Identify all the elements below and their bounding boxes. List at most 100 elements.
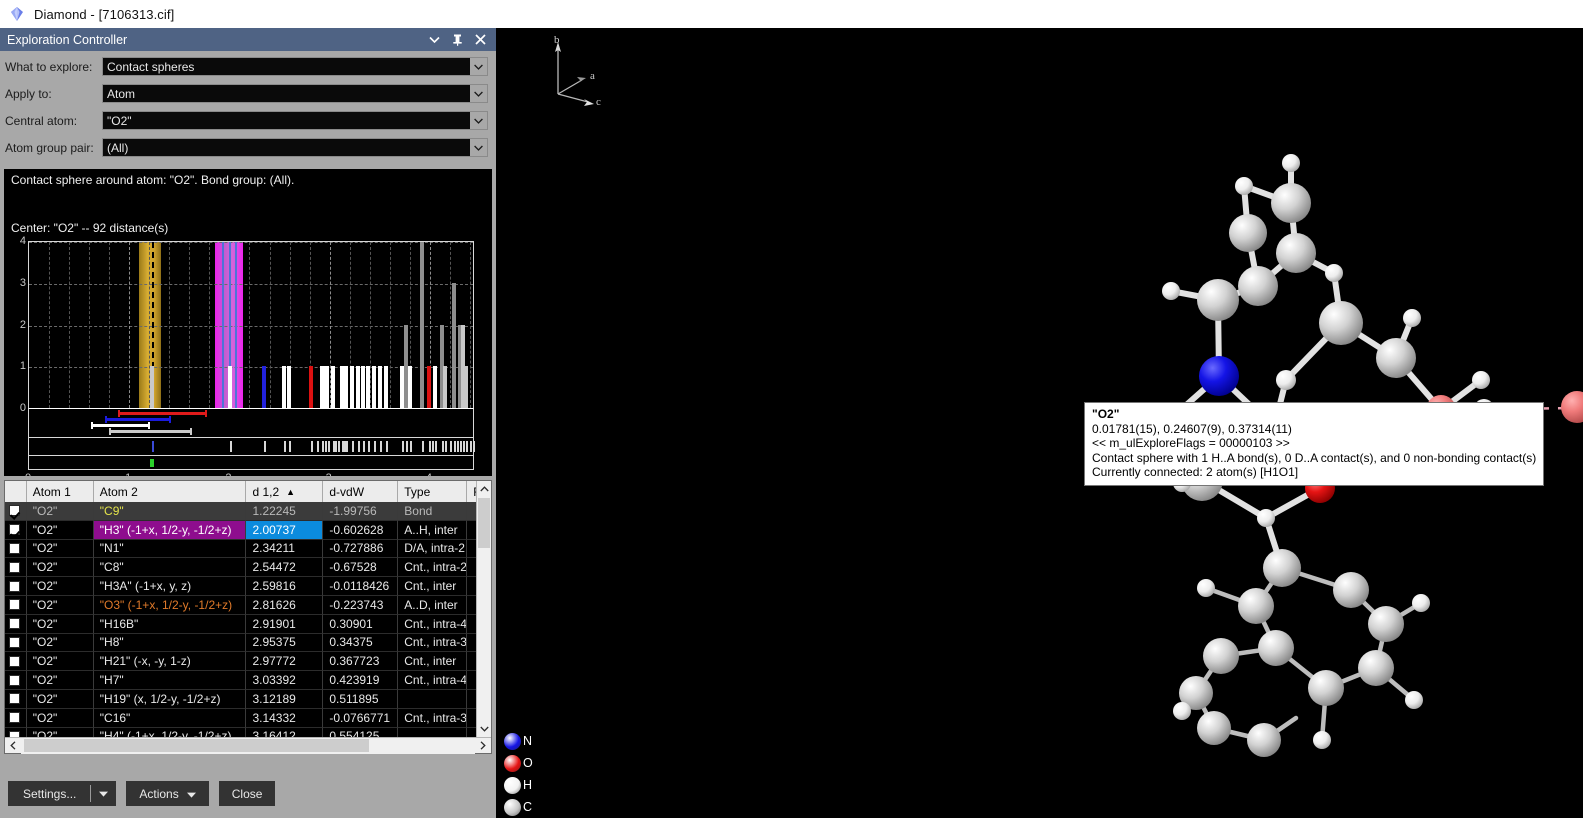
row-checkbox[interactable] bbox=[9, 543, 20, 554]
chevron-down-icon[interactable] bbox=[470, 58, 487, 75]
what-to-explore-dropdown[interactable]: Contact spheres bbox=[102, 57, 488, 76]
row-checkbox[interactable] bbox=[9, 675, 20, 686]
scroll-left-icon[interactable] bbox=[5, 741, 21, 750]
tooltip-contact-summary: Contact sphere with 1 H..A bond(s), 0 D.… bbox=[1092, 451, 1536, 466]
cell-dvdw: -1.99756 bbox=[323, 502, 398, 521]
row-checkbox-cell[interactable] bbox=[5, 577, 27, 596]
apply-to-dropdown[interactable]: Atom bbox=[102, 84, 488, 103]
column-atom1[interactable]: Atom 1 bbox=[27, 481, 94, 502]
histogram-tickmark-row bbox=[28, 438, 474, 456]
cell-atom2: "H16B" bbox=[94, 615, 247, 634]
row-checkbox[interactable] bbox=[9, 637, 20, 648]
chevron-down-icon[interactable] bbox=[470, 112, 487, 129]
x-axis-tick-label: 1 bbox=[125, 472, 131, 476]
tooltip-coordinates: 0.01781(15), 0.24607(9), 0.37314(11) bbox=[1092, 422, 1536, 437]
row-checkbox[interactable] bbox=[9, 693, 20, 704]
row-checkbox[interactable] bbox=[9, 524, 20, 535]
row-checkbox[interactable] bbox=[9, 581, 20, 592]
row-checkbox-cell[interactable] bbox=[5, 596, 27, 615]
cell-atom2: "H3" (-1+x, 1/2-y, -1/2+z) bbox=[94, 521, 247, 540]
row-checkbox-cell[interactable] bbox=[5, 540, 27, 559]
distance-histogram[interactable]: Contact sphere around atom: "O2". Bond g… bbox=[4, 169, 492, 476]
table-body[interactable]: "O2""C9"1.22245-1.99756Bond"O2""H3" (-1+… bbox=[5, 502, 491, 753]
table-horizontal-scrollbar[interactable] bbox=[5, 737, 491, 753]
legend-label: C bbox=[523, 800, 532, 814]
table-row[interactable]: "O2""N1"2.34211-0.727886D/A, intra-2 bbox=[5, 540, 491, 559]
cell-atom2: "H3A" (-1+x, y, z) bbox=[94, 577, 247, 596]
h-scroll-track[interactable] bbox=[21, 738, 475, 754]
row-checkbox-cell[interactable] bbox=[5, 652, 27, 671]
table-row[interactable]: "O2""C9"1.22245-1.99756Bond bbox=[5, 502, 491, 521]
row-checkbox-cell[interactable] bbox=[5, 502, 27, 521]
row-checkbox[interactable] bbox=[9, 505, 20, 516]
cell-atom1: "O2" bbox=[27, 596, 94, 615]
left-phenyl-atoms bbox=[1173, 549, 1430, 757]
histogram-bar bbox=[228, 366, 232, 408]
histogram-bar bbox=[366, 366, 370, 408]
histogram-canvas[interactable] bbox=[28, 241, 474, 408]
table-row[interactable]: "O2""H21" (-x, -y, 1-z)2.977720.367723Cn… bbox=[5, 652, 491, 671]
atom-group-pair-dropdown[interactable]: (All) bbox=[102, 138, 488, 157]
column-d12[interactable]: d 1,2▲ bbox=[246, 481, 323, 502]
table-row[interactable]: "O2""H19" (x, 1/2-y, -1/2+z)3.121890.511… bbox=[5, 690, 491, 709]
row-checkbox[interactable] bbox=[9, 618, 20, 629]
column-type[interactable]: Type bbox=[398, 481, 467, 502]
row-checkbox-cell[interactable] bbox=[5, 709, 27, 728]
row-checkbox-cell[interactable] bbox=[5, 671, 27, 690]
table-vertical-scrollbar[interactable] bbox=[476, 481, 491, 737]
gridline-vertical bbox=[390, 242, 391, 408]
table-row[interactable]: "O2""O3" (-1+x, 1/2-y, -1/2+z)2.81626-0.… bbox=[5, 596, 491, 615]
chevron-down-icon[interactable] bbox=[470, 139, 487, 156]
pin-icon[interactable] bbox=[451, 33, 464, 46]
settings-dropdown-icon[interactable] bbox=[91, 782, 115, 805]
distance-tickmark bbox=[358, 441, 360, 452]
row-checkbox[interactable] bbox=[9, 656, 20, 667]
band-marker-line bbox=[235, 242, 237, 408]
scroll-up-icon[interactable] bbox=[477, 481, 491, 497]
cell-atom1: "O2" bbox=[27, 521, 94, 540]
table-row[interactable]: "O2""H16B"2.919010.30901Cnt., intra-4 bbox=[5, 615, 491, 634]
row-checkbox-cell[interactable] bbox=[5, 634, 27, 653]
column-atom2[interactable]: Atom 2 bbox=[94, 481, 247, 502]
settings-button-label: Settings... bbox=[9, 782, 90, 805]
close-button[interactable]: Close bbox=[219, 781, 276, 806]
scroll-right-icon[interactable] bbox=[475, 741, 491, 750]
h-scroll-thumb[interactable] bbox=[24, 739, 369, 752]
table-row[interactable]: "O2""H8"2.953750.34375Cnt., intra-3 bbox=[5, 634, 491, 653]
row-checkbox[interactable] bbox=[9, 712, 20, 723]
settings-button[interactable]: Settings... bbox=[8, 781, 116, 806]
table-row[interactable]: "O2""C8"2.54472-0.67528Cnt., intra-2 bbox=[5, 558, 491, 577]
distance-table[interactable]: Atom 1Atom 2d 1,2▲d-vdWTypeFla "O2""C9"1… bbox=[4, 480, 492, 754]
distance-tickmark bbox=[445, 441, 447, 452]
close-icon[interactable] bbox=[474, 33, 487, 46]
row-checkbox-cell[interactable] bbox=[5, 690, 27, 709]
row-checkbox-cell[interactable] bbox=[5, 521, 27, 540]
scroll-thumb[interactable] bbox=[478, 498, 490, 548]
distance-tickmark bbox=[406, 441, 408, 452]
table-row[interactable]: "O2""H7"3.033920.423919Cnt., intra-4 bbox=[5, 671, 491, 690]
table-header[interactable]: Atom 1Atom 2d 1,2▲d-vdWTypeFla bbox=[5, 481, 491, 502]
histogram-bar bbox=[372, 366, 376, 408]
table-row[interactable]: "O2""C16"3.14332-0.0766771Cnt., intra-3 bbox=[5, 709, 491, 728]
actions-dropdown-icon[interactable] bbox=[187, 787, 196, 801]
row-checkbox[interactable] bbox=[9, 599, 20, 610]
row-checkbox[interactable] bbox=[9, 562, 20, 573]
molecule-3d-viewport[interactable]: b a c bbox=[496, 28, 1583, 818]
row-checkbox-cell[interactable] bbox=[5, 558, 27, 577]
chevron-down-icon[interactable] bbox=[470, 85, 487, 102]
table-row[interactable]: "O2""H3" (-1+x, 1/2-y, -1/2+z)2.00737-0.… bbox=[5, 521, 491, 540]
x-axis-tick-label: 3 bbox=[326, 472, 332, 476]
distance-tickmark bbox=[386, 441, 388, 452]
cell-dvdw: 0.34375 bbox=[323, 634, 398, 653]
column-dvdw[interactable]: d-vdW bbox=[323, 481, 398, 502]
actions-button[interactable]: Actions bbox=[126, 781, 208, 806]
row-checkbox-cell[interactable] bbox=[5, 615, 27, 634]
cell-d12: 3.14332 bbox=[246, 709, 323, 728]
central-atom-dropdown[interactable]: "O2" bbox=[102, 111, 488, 130]
checkbox-column[interactable] bbox=[5, 481, 27, 502]
range-indicator-bar bbox=[118, 412, 208, 415]
chevron-down-icon[interactable] bbox=[428, 33, 441, 46]
legend-label: H bbox=[523, 778, 532, 792]
scroll-down-icon[interactable] bbox=[477, 721, 491, 737]
table-row[interactable]: "O2""H3A" (-1+x, y, z)2.59816-0.0118426C… bbox=[5, 577, 491, 596]
